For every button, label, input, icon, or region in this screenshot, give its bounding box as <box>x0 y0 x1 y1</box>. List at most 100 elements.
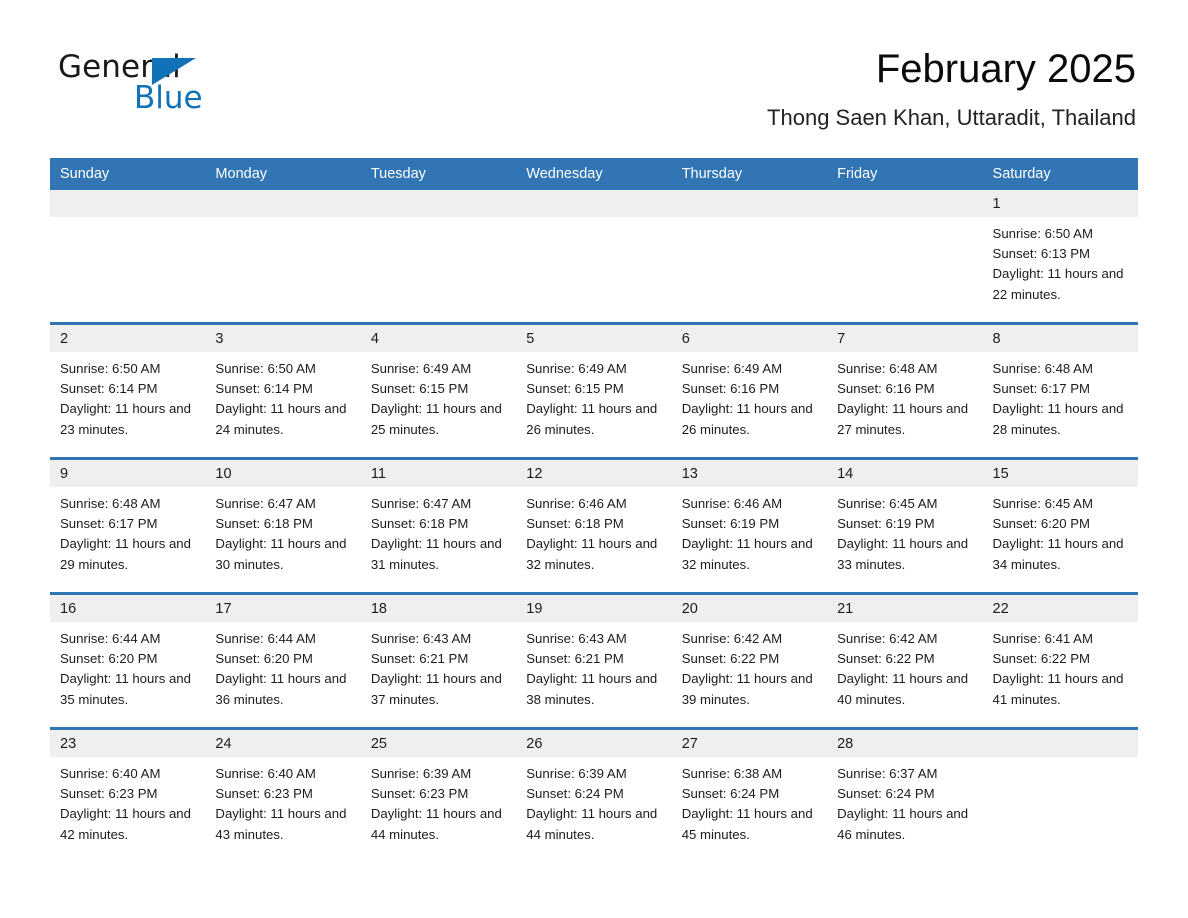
day-cell[interactable]: 27 Sunrise: 6:38 AM Sunset: 6:24 PM Dayligh… <box>671 727 828 862</box>
general-blue-logo[interactable]: General Blue <box>58 52 318 118</box>
day-details: Sunrise: 6:50 AM Sunset: 6:14 PM Daylight:… <box>50 352 205 440</box>
day-details: Sunrise: 6:44 AM Sunset: 6:20 PM Daylight:… <box>205 622 360 710</box>
day-cell[interactable]: 15 Sunrise: 6:45 AM Sunset: 6:20 PM Dayligh… <box>982 457 1138 594</box>
day-number <box>50 190 206 217</box>
sunrise-text: Sunrise: 6:49 AM <box>681 361 783 376</box>
day-cell[interactable]: 18 Sunrise: 6:43 AM Sunset: 6:21 PM Dayligh… <box>360 592 517 729</box>
day-number: 9 <box>50 460 206 487</box>
sunrise-text: Sunrise: 6:47 AM <box>215 496 316 511</box>
sunset-text: Sunset: 6:18 PM <box>370 516 469 532</box>
day-details: Sunrise: 6:40 AM Sunset: 6:23 PM Daylight:… <box>50 757 205 845</box>
day-cell[interactable]: 24 Sunrise: 6:40 AM Sunset: 6:23 PM Dayligh… <box>205 727 361 862</box>
daylight-text: Daylight: 11 hours and 26 minutes. <box>526 401 658 437</box>
day-number <box>671 190 828 217</box>
day-cell[interactable]: 25 Sunrise: 6:39 AM Sunset: 6:23 PM Dayligh… <box>360 727 517 862</box>
daylight-text: Daylight: 11 hours and 34 minutes. <box>992 536 1124 572</box>
sunrise-text: Sunrise: 6:42 AM <box>837 631 938 646</box>
daylight-text: Daylight: 11 hours and 45 minutes. <box>681 806 813 842</box>
day-cell[interactable]: 28 Sunrise: 6:37 AM Sunset: 6:24 PM Dayligh… <box>827 727 983 862</box>
calendar-header-row: Sunday Monday Tuesday Wednesday Thursday… <box>50 158 1138 190</box>
day-cell[interactable]: 8 Sunrise: 6:48 AM Sunset: 6:17 PM Daylight… <box>982 322 1138 459</box>
day-cell[interactable]: 1 Sunrise: 6:50 AM Sunset: 6:13 PM Daylight… <box>982 190 1138 324</box>
day-cell[interactable]: 17 Sunrise: 6:44 AM Sunset: 6:20 PM Dayligh… <box>205 592 361 729</box>
day-cell-empty <box>827 190 983 324</box>
day-cell[interactable]: 26 Sunrise: 6:39 AM Sunset: 6:24 PM Dayligh… <box>516 727 672 862</box>
title-block: February 2025 Thong Saen Khan, Uttaradit… <box>767 47 1136 131</box>
day-number: 6 <box>671 325 828 352</box>
day-cell-empty <box>205 190 361 324</box>
calendar-table: Sunday Monday Tuesday Wednesday Thursday… <box>50 158 1138 862</box>
day-cell[interactable]: 2 Sunrise: 6:50 AM Sunset: 6:14 PM Daylight… <box>50 322 206 459</box>
sunrise-text: Sunrise: 6:48 AM <box>837 361 938 376</box>
sunset-text: Sunset: 6:20 PM <box>992 516 1091 532</box>
calendar-week-row: 9 Sunrise: 6:48 AM Sunset: 6:17 PM Daylight… <box>50 457 1138 594</box>
day-cell[interactable]: 10 Sunrise: 6:47 AM Sunset: 6:18 PM Dayligh… <box>205 457 361 594</box>
sunset-text: Sunset: 6:16 PM <box>681 381 780 397</box>
day-cell[interactable]: 7 Sunrise: 6:48 AM Sunset: 6:16 PM Daylight… <box>827 322 983 459</box>
daylight-text: Daylight: 11 hours and 25 minutes. <box>370 401 502 437</box>
calendar-week-row: 1 Sunrise: 6:50 AM Sunset: 6:13 PM Daylight… <box>50 190 1138 324</box>
day-cell[interactable]: 5 Sunrise: 6:49 AM Sunset: 6:15 PM Daylight… <box>516 322 672 459</box>
calendar-body: 1 Sunrise: 6:50 AM Sunset: 6:13 PM Daylight… <box>50 190 1138 862</box>
weekday-header-tuesday: Tuesday <box>360 158 517 190</box>
day-cell[interactable]: 20 Sunrise: 6:42 AM Sunset: 6:22 PM Dayligh… <box>671 592 828 729</box>
day-cell[interactable]: 6 Sunrise: 6:49 AM Sunset: 6:16 PM Daylight… <box>671 322 828 459</box>
sunset-text: Sunset: 6:19 PM <box>837 516 935 532</box>
sunrise-text: Sunrise: 6:49 AM <box>526 361 627 376</box>
day-details: Sunrise: 6:46 AM Sunset: 6:18 PM Daylight:… <box>516 487 671 575</box>
daylight-text: Daylight: 11 hours and 43 minutes. <box>215 806 347 842</box>
day-number: 22 <box>982 595 1138 622</box>
day-number: 7 <box>827 325 983 352</box>
calendar-week-row: 2 Sunrise: 6:50 AM Sunset: 6:14 PM Daylight… <box>50 322 1138 459</box>
sunrise-text: Sunrise: 6:43 AM <box>526 631 627 646</box>
weekday-header-saturday: Saturday <box>982 158 1138 190</box>
daylight-text: Daylight: 11 hours and 33 minutes. <box>837 536 969 572</box>
weekday-header-sunday: Sunday <box>50 158 206 190</box>
weekday-header-friday: Friday <box>827 158 983 190</box>
day-number <box>516 190 672 217</box>
day-details: Sunrise: 6:46 AM Sunset: 6:19 PM Daylight:… <box>672 487 827 575</box>
sunset-text: Sunset: 6:17 PM <box>60 516 158 532</box>
day-cell-empty <box>360 190 517 324</box>
day-cell[interactable]: 9 Sunrise: 6:48 AM Sunset: 6:17 PM Daylight… <box>50 457 206 594</box>
sunset-text: Sunset: 6:13 PM <box>992 246 1091 262</box>
day-number: 19 <box>516 595 672 622</box>
sunrise-text: Sunrise: 6:48 AM <box>992 361 1093 376</box>
day-details: Sunrise: 6:50 AM Sunset: 6:13 PM Daylight:… <box>983 217 1138 305</box>
day-cell[interactable]: 19 Sunrise: 6:43 AM Sunset: 6:21 PM Dayligh… <box>516 592 672 729</box>
sunset-text: Sunset: 6:14 PM <box>215 381 313 397</box>
day-cell[interactable]: 11 Sunrise: 6:47 AM Sunset: 6:18 PM Dayligh… <box>360 457 517 594</box>
day-cell-empty <box>671 190 828 324</box>
day-cell[interactable]: 22 Sunrise: 6:41 AM Sunset: 6:22 PM Dayligh… <box>982 592 1138 729</box>
day-details: Sunrise: 6:43 AM Sunset: 6:21 PM Daylight:… <box>361 622 516 710</box>
day-number: 28 <box>827 730 983 757</box>
day-details: Sunrise: 6:37 AM Sunset: 6:24 PM Daylight:… <box>827 757 982 845</box>
day-number: 17 <box>205 595 361 622</box>
sunrise-text: Sunrise: 6:42 AM <box>681 631 783 646</box>
daylight-text: Daylight: 11 hours and 46 minutes. <box>837 806 969 842</box>
day-details: Sunrise: 6:39 AM Sunset: 6:24 PM Daylight:… <box>516 757 671 845</box>
day-cell[interactable]: 14 Sunrise: 6:45 AM Sunset: 6:19 PM Dayligh… <box>827 457 983 594</box>
sunset-text: Sunset: 6:20 PM <box>60 651 158 667</box>
day-number: 23 <box>50 730 206 757</box>
daylight-text: Daylight: 11 hours and 22 minutes. <box>992 266 1124 302</box>
weekday-header-monday: Monday <box>205 158 361 190</box>
day-cell[interactable]: 3 Sunrise: 6:50 AM Sunset: 6:14 PM Daylight… <box>205 322 361 459</box>
day-number <box>205 190 361 217</box>
sunrise-text: Sunrise: 6:47 AM <box>370 496 472 511</box>
day-cell-empty <box>516 190 672 324</box>
sunset-text: Sunset: 6:18 PM <box>526 516 624 532</box>
sunrise-text: Sunrise: 6:46 AM <box>526 496 627 511</box>
day-details: Sunrise: 6:49 AM Sunset: 6:15 PM Daylight:… <box>361 352 516 440</box>
day-cell[interactable]: 16 Sunrise: 6:44 AM Sunset: 6:20 PM Dayligh… <box>50 592 206 729</box>
day-cell[interactable]: 23 Sunrise: 6:40 AM Sunset: 6:23 PM Dayligh… <box>50 727 206 862</box>
day-cell[interactable]: 4 Sunrise: 6:49 AM Sunset: 6:15 PM Daylight… <box>360 322 517 459</box>
day-cell[interactable]: 12 Sunrise: 6:46 AM Sunset: 6:18 PM Dayligh… <box>516 457 672 594</box>
day-cell[interactable]: 21 Sunrise: 6:42 AM Sunset: 6:22 PM Dayligh… <box>827 592 983 729</box>
daylight-text: Daylight: 11 hours and 41 minutes. <box>992 671 1124 707</box>
sunrise-text: Sunrise: 6:40 AM <box>215 766 316 781</box>
day-cell[interactable]: 13 Sunrise: 6:46 AM Sunset: 6:19 PM Dayligh… <box>671 457 828 594</box>
sunrise-text: Sunrise: 6:45 AM <box>992 496 1093 511</box>
sunrise-text: Sunrise: 6:49 AM <box>370 361 472 376</box>
daylight-text: Daylight: 11 hours and 35 minutes. <box>60 671 191 707</box>
